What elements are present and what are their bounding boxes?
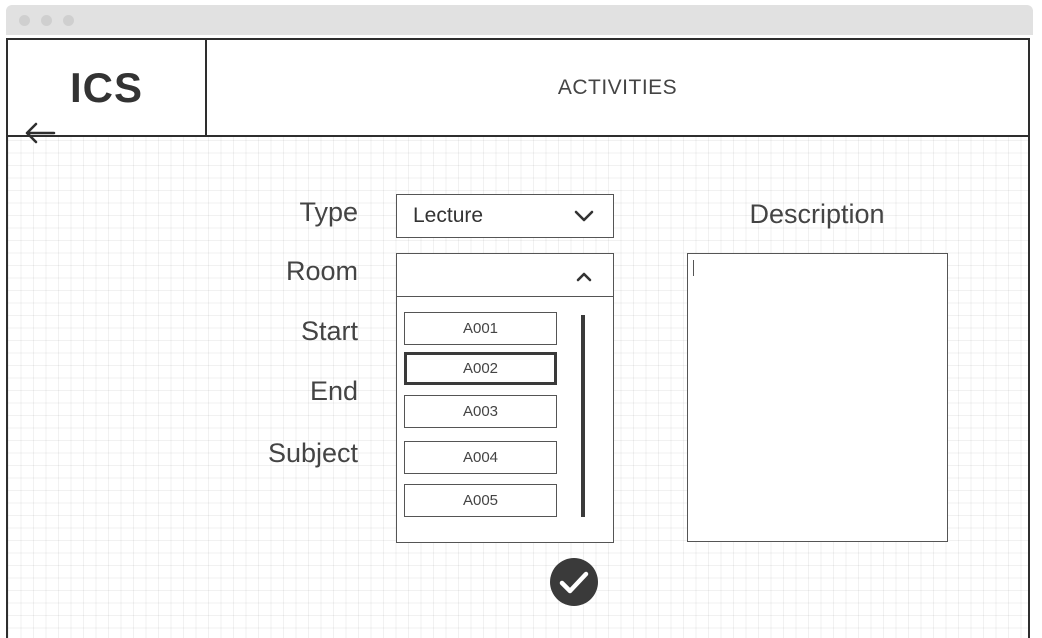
room-select[interactable] <box>396 253 614 297</box>
chevron-up-icon <box>576 272 592 282</box>
start-label: Start <box>300 316 358 346</box>
end-label: End <box>309 376 358 406</box>
dropdown-scrollbar[interactable] <box>581 315 585 517</box>
window-dot-icon <box>63 15 74 26</box>
room-option-a003[interactable]: A003 <box>404 395 557 428</box>
type-label: Type <box>299 197 358 227</box>
room-option-a005[interactable]: A005 <box>404 484 557 517</box>
window-titlebar <box>6 5 1033 35</box>
back-arrow-icon[interactable] <box>22 118 58 148</box>
text-caret <box>693 260 694 276</box>
room-option-a001[interactable]: A001 <box>404 312 557 345</box>
room-option-a004[interactable]: A004 <box>404 441 557 474</box>
description-textarea[interactable] <box>687 253 948 542</box>
room-dropdown-list: A001 A002 A003 A004 A005 <box>396 297 614 543</box>
type-select[interactable]: Lecture <box>396 194 614 238</box>
type-select-value: Lecture <box>413 204 484 227</box>
chevron-down-icon <box>574 210 594 222</box>
room-label: Room <box>285 256 358 286</box>
window-dot-icon <box>19 15 30 26</box>
description-label: Description <box>749 199 885 229</box>
header: ICS ACTIVITIES <box>8 40 1028 137</box>
app-logo[interactable]: ICS <box>70 64 143 112</box>
title-cell: ACTIVITIES <box>207 40 1028 135</box>
page-title: ACTIVITIES <box>557 75 678 99</box>
subject-label: Subject <box>267 438 358 468</box>
room-option-a002[interactable]: A002 <box>404 352 557 385</box>
window-dot-icon <box>41 15 52 26</box>
check-circle-icon[interactable] <box>549 557 599 607</box>
